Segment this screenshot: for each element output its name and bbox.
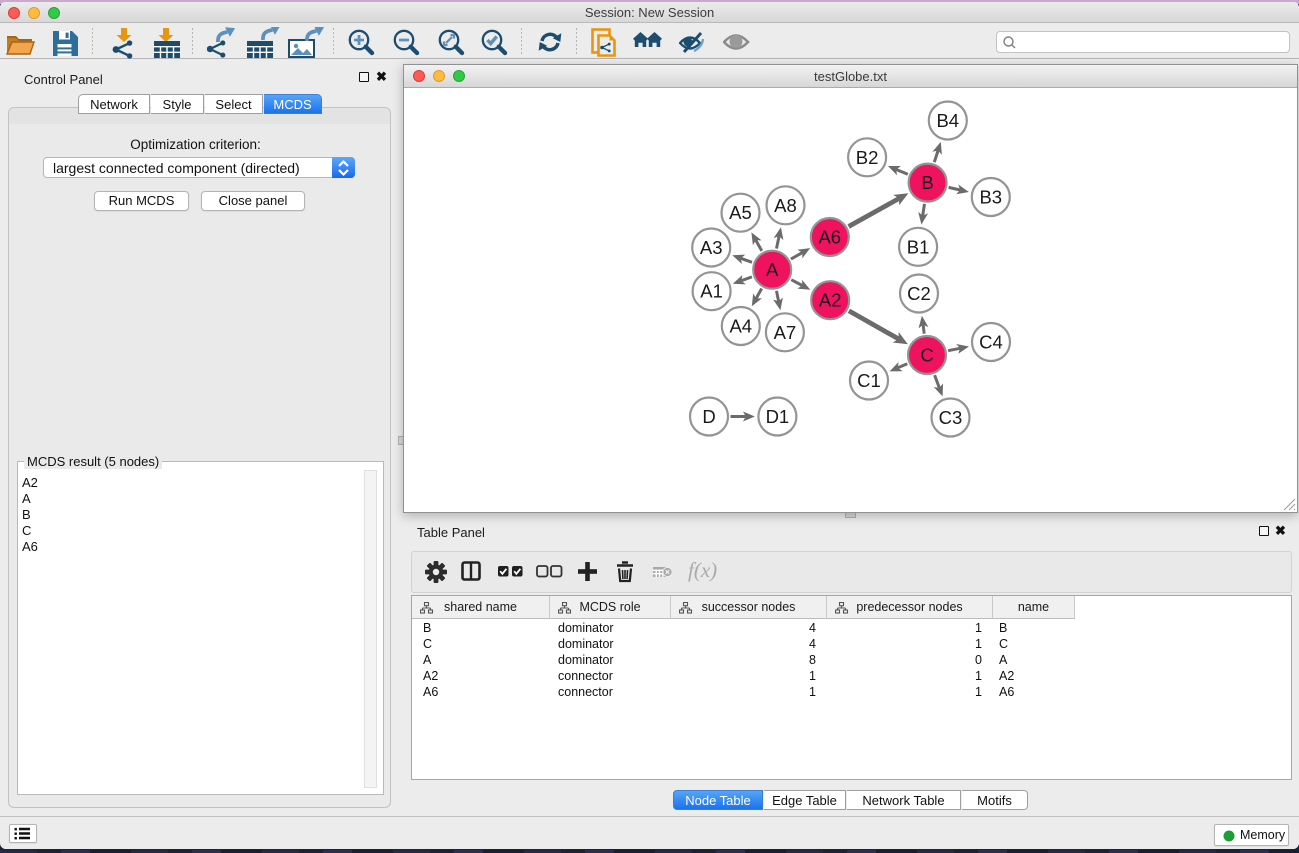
svg-text:B1: B1: [907, 236, 930, 257]
svg-text:C4: C4: [979, 332, 1003, 353]
svg-text:D: D: [702, 406, 715, 427]
svg-text:A5: A5: [729, 202, 752, 223]
svg-text:B4: B4: [936, 110, 959, 131]
svg-text:A8: A8: [774, 195, 797, 216]
svg-text:A4: A4: [729, 316, 752, 337]
svg-text:A7: A7: [774, 322, 797, 343]
svg-text:C: C: [920, 345, 933, 366]
svg-text:B: B: [921, 172, 933, 193]
svg-text:D1: D1: [766, 406, 790, 427]
svg-text:A2: A2: [819, 290, 842, 311]
svg-text:B2: B2: [856, 147, 879, 168]
svg-text:C1: C1: [857, 370, 881, 391]
svg-text:C3: C3: [939, 407, 963, 428]
svg-text:A6: A6: [818, 227, 841, 248]
svg-text:B3: B3: [979, 187, 1002, 208]
svg-text:A: A: [766, 259, 779, 280]
svg-text:A3: A3: [700, 237, 723, 258]
svg-text:C2: C2: [907, 283, 931, 304]
svg-text:A1: A1: [700, 281, 723, 302]
